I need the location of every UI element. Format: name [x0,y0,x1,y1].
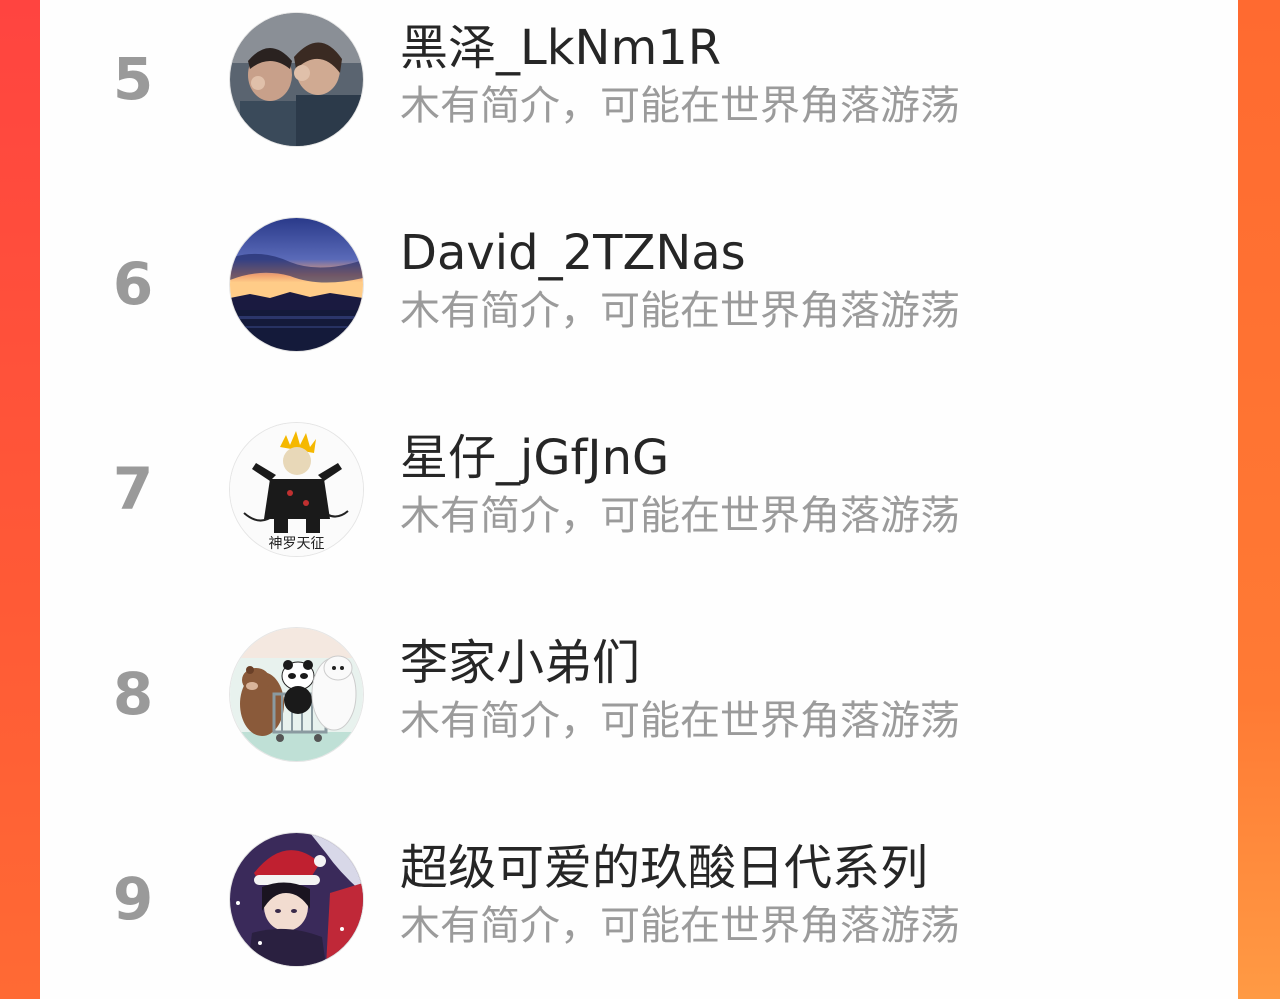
user-name[interactable]: David_2TZNas [400,223,746,283]
user-bio: 木有简介，可能在世界角落游荡 [400,83,960,129]
background-left-edge [0,0,40,999]
user-bio: 木有简介，可能在世界角落游荡 [400,288,960,334]
rank-number: 9 [112,865,154,933]
user-name[interactable]: 黑泽_LkNm1R [400,18,721,78]
background-right-edge [1238,0,1280,999]
avatar-anime-santa-boy-icon [230,833,363,966]
ranking-row[interactable]: 6 David_2TZNas 木有简介，可能在世界角落游荡 [40,205,1238,365]
user-bio: 木有简介，可能在世界角落游荡 [400,698,960,744]
avatar-caption: 神罗天征 [268,536,325,552]
rank-number: 7 [112,455,154,523]
user-name[interactable]: 李家小弟们 [400,633,640,693]
avatar-photo-two-people-icon [230,13,363,146]
user-name[interactable]: 超级可爱的玖酸日代系列 [400,838,928,898]
rank-number: 6 [112,250,154,318]
ranking-row[interactable]: 8 李家小弟们 木有简介，可能在世界角落游荡 [40,615,1238,775]
user-bio: 木有简介，可能在世界角落游荡 [400,493,960,539]
user-avatar[interactable] [230,13,363,146]
avatar-bare-bears-icon [230,628,363,761]
user-avatar[interactable] [230,218,363,351]
user-bio: 木有简介，可能在世界角落游荡 [400,903,960,949]
ranking-list-card: 5 黑泽_LkNm1R 木有简介，可能在世界角落游荡 6 David_2TZNa… [40,0,1238,999]
rank-number: 5 [112,45,154,113]
ranking-row[interactable]: 5 黑泽_LkNm1R 木有简介，可能在世界角落游荡 [40,0,1238,160]
ranking-row[interactable]: 9 超级可爱的玖酸日代系列 木有简介，可能在世界角落游荡 [40,820,1238,980]
user-name[interactable]: 星仔_jGfJnG [400,428,669,488]
user-avatar[interactable]: 神罗天征 [230,423,363,556]
user-avatar[interactable] [230,628,363,761]
user-avatar[interactable] [230,833,363,966]
avatar-sunset-sea-icon [230,218,363,351]
ranking-row[interactable]: 7 神罗天征 星仔_jGfJnG 木有简介，可能在世界角落游荡 [40,410,1238,570]
rank-number: 8 [112,660,154,728]
